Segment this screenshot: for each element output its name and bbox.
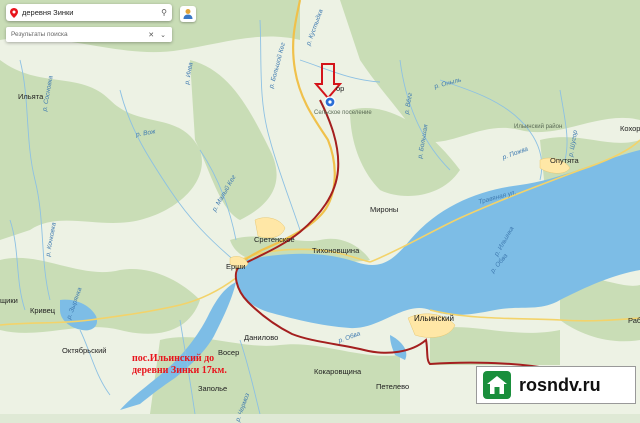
place-mirony: Мироны <box>370 205 399 214</box>
place-oktyabrsky: Октябрьский <box>62 346 107 355</box>
place-tikhonovshchina: Тихоновщина <box>312 246 360 255</box>
place-sretenskoe: Сретенское <box>254 235 295 244</box>
distance-note-line2: деревни Зинки 17км. <box>132 365 227 376</box>
place-zinki-road: ор <box>336 84 345 93</box>
place-ershi: Ерши <box>226 262 246 271</box>
brand-name: rosndv.ru <box>519 374 601 395</box>
place-shchiki: щики <box>0 296 18 305</box>
place-rural-settlement: Сельское поселение <box>314 110 372 116</box>
distance-note: пос.Ильинский до деревни Зинки 17км. <box>132 353 227 377</box>
house-logo-icon <box>483 371 511 399</box>
map-pin-icon <box>10 7 18 18</box>
close-icon[interactable]: ✕ <box>148 31 154 39</box>
place-ilyinsky: Ильинский <box>414 314 454 323</box>
search-results-bar[interactable]: Результаты поиска ✕ ⌄ <box>6 27 172 42</box>
place-kokhor: Кохор <box>620 124 640 133</box>
search-bar[interactable]: деревня Зинки ⚲ <box>6 4 172 21</box>
location-marker-icon[interactable] <box>324 96 336 108</box>
place-ilyinsky-district: Ильинский район <box>514 124 563 130</box>
distance-note-line1: пос.Ильинский до <box>132 353 215 364</box>
search-input[interactable]: деревня Зинки <box>22 8 161 17</box>
search-icon[interactable]: ⚲ <box>161 8 167 17</box>
chevron-down-icon[interactable]: ⌄ <box>160 31 166 39</box>
search-results-label: Результаты поиска <box>11 31 68 38</box>
person-icon <box>183 9 193 19</box>
profile-button[interactable] <box>180 6 196 22</box>
place-rab: Рабо <box>628 316 640 325</box>
place-ilyata: Ильята <box>18 92 44 101</box>
place-danilovo: Данилово <box>244 333 279 342</box>
place-petelevo: Петелево <box>376 382 410 391</box>
place-zapolye: Заполье <box>198 384 228 393</box>
place-krivets: Кривец <box>30 306 56 315</box>
rosndv-badge: rosndv.ru <box>476 366 636 404</box>
place-kokarovshchina: Кокаровщина <box>314 367 362 376</box>
